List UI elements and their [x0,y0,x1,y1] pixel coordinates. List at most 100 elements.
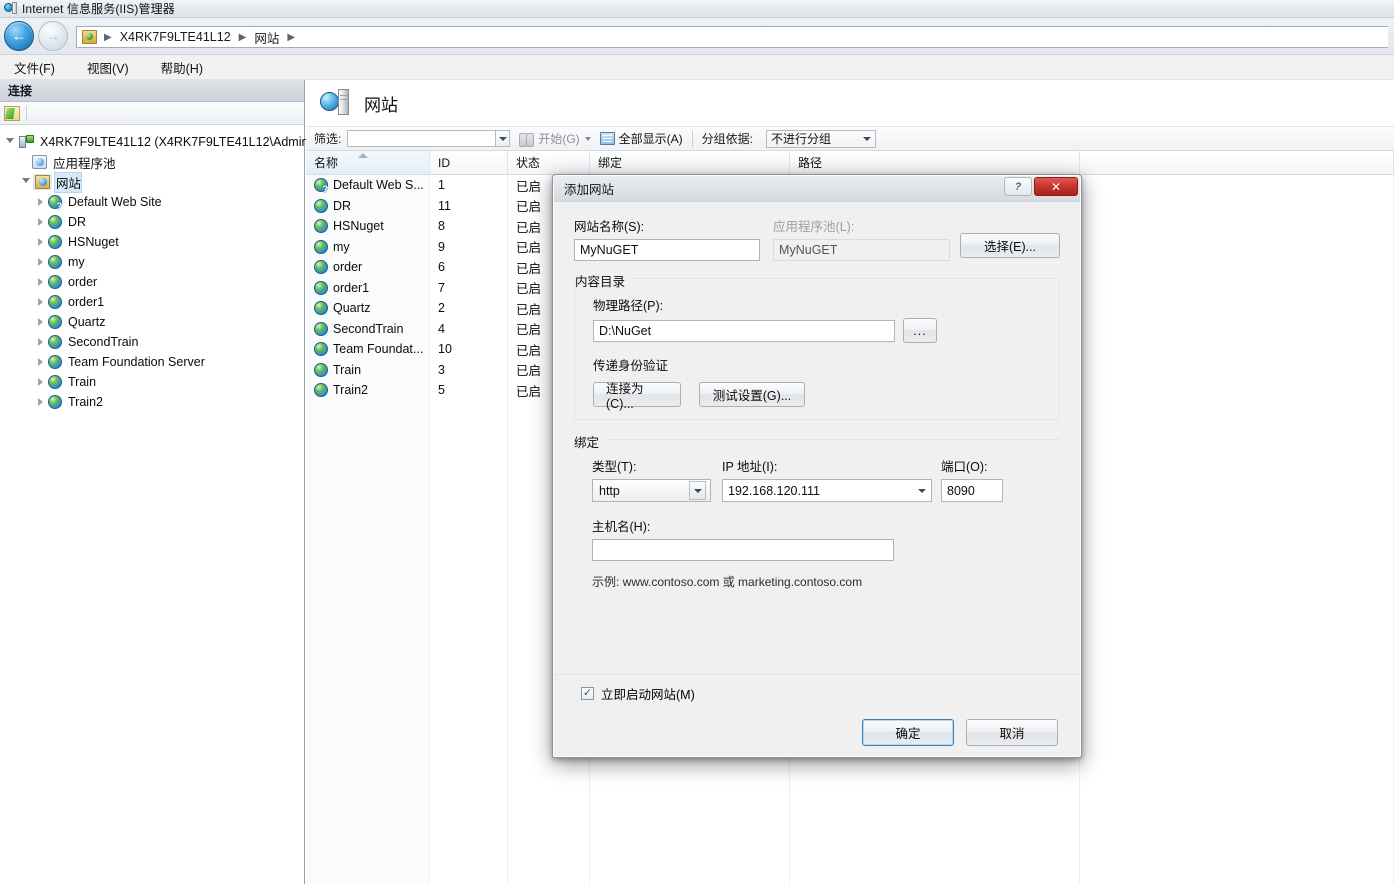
host-name-input[interactable] [592,539,894,561]
breadcrumb[interactable]: ▶ X4RK7F9LTE41L12 ▶ 网站 ▶ [76,26,1388,48]
cell-id: 4 [430,318,508,339]
sites-page-icon [320,89,350,117]
expand-arrow-icon[interactable] [38,218,43,226]
filter-dropdown-button[interactable] [495,130,511,147]
sites-folder-icon [35,175,50,189]
collapse-arrow-icon[interactable] [22,177,30,187]
expand-arrow-icon[interactable] [38,398,43,406]
connect-to-server-icon[interactable] [4,105,20,121]
table-row-empty [306,810,1394,831]
table-row-empty [306,831,1394,852]
back-arrow-icon[interactable]: ← [4,21,34,51]
filter-start-button[interactable]: 开始(G) [519,130,580,147]
content-directory-title: 内容目录 [575,271,633,290]
cell-filler [1080,236,1394,257]
test-settings-button[interactable]: 测试设置(G)... [699,382,805,407]
tree-item-[interactable]: 网站 [6,171,304,193]
add-site-dialog: 添加网站 ? ✕ 网站名称(S): MyNuGET 应用程序池(L): MyNu… [552,174,1082,758]
web-site-icon [48,235,62,249]
tree-item-quartz[interactable]: Quartz [6,312,304,332]
breadcrumb-item-server[interactable]: X4RK7F9LTE41L12 [117,30,234,44]
breadcrumb-item-sites[interactable]: 网站 [251,28,282,47]
cell-filler [1080,298,1394,319]
tree-item-order1[interactable]: order1 [6,292,304,312]
web-site-icon [314,260,328,275]
port-input[interactable]: 8090 [941,479,1003,502]
tree-item-hsnuget[interactable]: HSNuget [6,232,304,252]
select-app-pool-button[interactable]: 选择(E)... [960,233,1060,258]
connect-as-button[interactable]: 连接为(C)... [593,382,681,411]
expand-arrow-icon[interactable] [38,278,43,286]
column-header-name[interactable]: 名称 [306,151,430,174]
tree-item-train2[interactable]: Train2 [6,392,304,412]
tree-item-x4rk7f9lte41l12[interactable]: X4RK7F9LTE41L12 (X4RK7F9LTE41L12\Admini [6,132,311,152]
filter-input[interactable] [347,130,496,147]
chevron-down-icon [918,488,926,493]
tree-item-my[interactable]: my [6,252,304,272]
cell-name: my [306,236,430,257]
forward-arrow-icon[interactable]: → [38,21,68,51]
cell-filler [1080,216,1394,237]
tree-item-[interactable]: 应用程序池 [6,152,304,172]
column-header-id[interactable]: ID [430,151,508,174]
window-title-bar: Internet 信息服务(IIS)管理器 [0,0,1394,18]
expand-arrow-icon[interactable] [38,198,43,206]
connections-toolbar [0,102,304,125]
cell-filler [1080,359,1394,380]
help-button[interactable]: ? [1004,177,1032,196]
cell-name: Quartz [306,298,430,319]
expand-arrow-icon[interactable] [38,358,43,366]
column-header-status[interactable]: 状态 [508,151,590,174]
collapse-arrow-icon[interactable] [6,137,14,147]
expand-arrow-icon[interactable] [38,338,43,346]
column-header-binding[interactable]: 绑定 [590,151,790,174]
iis-manager-window: Internet 信息服务(IIS)管理器 ← → ▶ X4RK7F9LTE41… [0,0,1394,884]
table-row-empty [306,769,1394,790]
sort-ascending-icon [358,153,368,158]
tree-item-dr[interactable]: DR [6,212,304,232]
tree-item-label: Default Web Site [68,195,162,209]
tree-item-train[interactable]: Train [6,372,304,392]
show-all-button[interactable]: 全部显示(A) [599,130,683,147]
cell-name: DR [306,195,430,216]
cell-id: 2 [430,298,508,319]
cell-filler [1080,175,1394,196]
tree-item-label: 应用程序池 [53,156,116,171]
menu-file[interactable]: 文件(F) [10,56,59,79]
web-site-icon [314,383,328,398]
expand-arrow-icon[interactable] [38,298,43,306]
site-name-input[interactable]: MyNuGET [574,239,761,261]
show-all-label: 全部显示(A) [618,132,683,146]
cell-filler [1080,195,1394,216]
expand-arrow-icon[interactable] [38,258,43,266]
group-by-select[interactable]: 不进行分组 [766,129,877,148]
tree-item-order[interactable]: order [6,272,304,292]
ok-button[interactable]: 确定 [862,719,954,746]
filter-bar: 筛选: 开始(G) 全部显示(A) 分组依据: 不进行分组 [306,127,1394,151]
browse-folder-button[interactable]: ... [903,318,937,343]
menu-help[interactable]: 帮助(H) [157,56,207,79]
physical-path-input[interactable]: D:\NuGet [593,319,895,342]
expand-arrow-icon[interactable] [38,318,43,326]
filter-start-label: 开始(G) [538,132,580,146]
chevron-down-icon[interactable] [584,136,591,141]
expand-arrow-icon[interactable] [38,238,43,246]
start-site-immediately-checkbox[interactable]: ✓ [581,687,594,700]
tree-item-team[interactable]: Team Foundation Server [6,352,304,372]
column-header-path[interactable]: 路径 [790,151,1080,174]
page-header: 网站 [306,80,1394,127]
chevron-down-icon [693,488,702,493]
web-site-icon [314,321,328,336]
tree-item-secondtrain[interactable]: SecondTrain [6,332,304,352]
app-pool-input: MyNuGET [773,239,950,261]
tree-item-label: order [68,275,98,289]
menu-view[interactable]: 视图(V) [83,56,133,79]
tree-item-default[interactable]: Default Web Site [6,192,304,212]
expand-arrow-icon[interactable] [38,378,43,386]
ip-address-select[interactable]: 192.168.120.111 [722,479,932,502]
binding-type-select[interactable]: http [592,479,711,502]
cancel-button[interactable]: 取消 [966,719,1058,746]
cell-filler [1080,380,1394,401]
close-icon[interactable]: ✕ [1034,177,1078,196]
cell-id: 10 [430,339,508,360]
